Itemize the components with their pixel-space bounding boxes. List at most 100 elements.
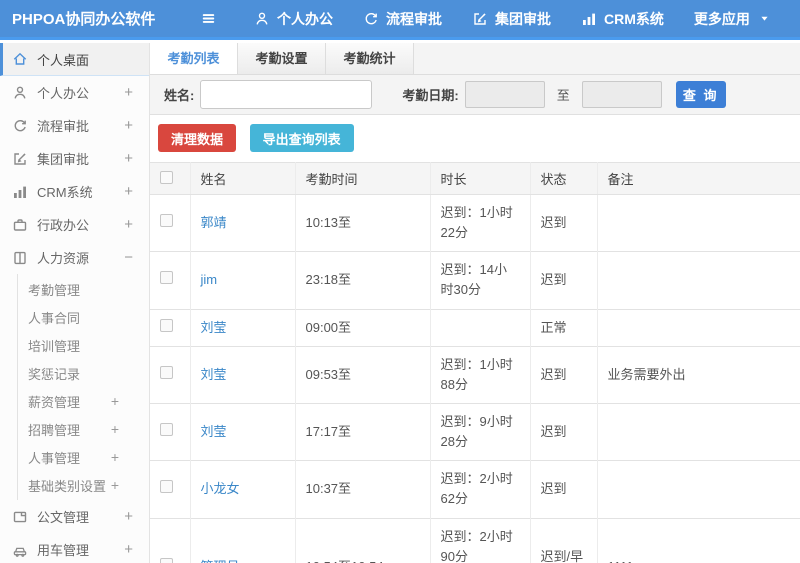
- employee-name-cell: 小龙女: [190, 460, 296, 519]
- table-row: 郭靖 10:13至 迟到：1小时22分 迟到: [150, 193, 800, 252]
- table-header-row: 姓名 考勤时间 时长 状态 备注: [150, 162, 800, 195]
- menu-icon[interactable]: [200, 10, 217, 27]
- sidebar-submenu: 考勤管理 人事合同 培训管理 奖惩记录 薪资管理 + 招聘管理 + 人事管理 + 基础类别设置 +: [17, 274, 149, 500]
- duration-line: 迟到：2小时62分: [440, 471, 513, 507]
- row-checkbox-cell: [150, 345, 191, 404]
- nav-item-personal-office[interactable]: 个人办公: [239, 0, 348, 39]
- sidebar-subitem-hr-contract[interactable]: 人事合同: [18, 303, 149, 331]
- employee-name-link[interactable]: 管理员: [201, 559, 240, 563]
- duration-line: 迟到：9小时28分: [440, 413, 513, 450]
- employee-name-link[interactable]: jim: [201, 272, 218, 287]
- employee-name-link[interactable]: 小龙女: [201, 481, 240, 496]
- table-row: 管理员 10:54至10:54迟到：2小时90分早退：7小时10分迟到/早退111…: [150, 517, 800, 563]
- expand-icon[interactable]: +: [124, 118, 133, 133]
- row-checkbox-cell: [150, 251, 191, 310]
- sidebar-subitem-recruitment-mgmt[interactable]: 招聘管理 +: [18, 415, 149, 443]
- date-from-input[interactable]: [464, 81, 545, 108]
- row-checkbox[interactable]: [160, 271, 173, 285]
- expand-icon[interactable]: +: [111, 478, 119, 492]
- expand-icon[interactable]: +: [124, 217, 133, 232]
- column-header: 考勤时间: [295, 162, 431, 195]
- duration-line: 迟到：2小时90分: [440, 528, 513, 563]
- sidebar-item-personal-office[interactable]: 个人办公 +: [0, 76, 149, 109]
- sidebar-item-label: 用车管理: [37, 543, 90, 558]
- sidebar-item-desktop[interactable]: 个人桌面: [0, 43, 149, 76]
- nav-item-workflow-approval[interactable]: 流程审批: [348, 0, 457, 39]
- sidebar-subitem-training-mgmt[interactable]: 培训管理: [18, 331, 149, 359]
- search-button[interactable]: 查 询: [675, 81, 726, 108]
- sidebar-item-label: CRM系统: [37, 185, 93, 200]
- row-checkbox[interactable]: [160, 557, 173, 563]
- chart-icon: [581, 11, 597, 27]
- status-cell: 正常: [530, 308, 598, 347]
- date-to-input[interactable]: [581, 81, 662, 108]
- row-checkbox[interactable]: [160, 423, 173, 437]
- sidebar-item-crm[interactable]: CRM系统 +: [0, 175, 149, 208]
- sidebar-item-vehicle-mgmt[interactable]: 用车管理 +: [0, 533, 149, 563]
- expand-icon[interactable]: +: [124, 184, 133, 199]
- duration-cell: 迟到：2小时90分早退：7小时10分: [430, 517, 531, 563]
- sidebar-item-workflow-approval[interactable]: 流程审批 +: [0, 109, 149, 142]
- row-checkbox[interactable]: [160, 480, 173, 494]
- attendance-time-cell: 10:37至: [295, 460, 431, 519]
- tab-attendance-list[interactable]: 考勤列表: [150, 43, 238, 74]
- expand-icon[interactable]: +: [124, 151, 133, 166]
- nav-item-crm[interactable]: CRM系统: [566, 0, 679, 39]
- date-to-label: 至: [556, 88, 570, 103]
- book-icon: [12, 250, 28, 266]
- employee-name-link[interactable]: 郭靖: [201, 215, 227, 230]
- note-cell: 业务需要外出: [597, 345, 800, 404]
- sidebar-subitem-reward-punishment[interactable]: 奖惩记录: [18, 359, 149, 387]
- sidebar-item-admin-office[interactable]: 行政办公 +: [0, 208, 149, 241]
- sidebar-subitem-personnel-mgmt[interactable]: 人事管理 +: [18, 443, 149, 471]
- nav-item-more-apps[interactable]: 更多应用: [679, 0, 785, 39]
- column-header: 备注: [597, 162, 800, 195]
- sidebar-item-label: 人力资源: [37, 251, 90, 266]
- clear-data-button[interactable]: 清理数据: [158, 124, 237, 152]
- employee-name-link[interactable]: 刘莹: [201, 320, 227, 335]
- sidebar-subitem-base-category-settings[interactable]: 基础类别设置 +: [18, 471, 149, 499]
- expand-icon[interactable]: +: [111, 450, 119, 464]
- home-icon: [12, 51, 28, 67]
- export-list-button[interactable]: 导出查询列表: [249, 124, 354, 152]
- column-header: 状态: [530, 162, 598, 195]
- row-checkbox-cell: [150, 308, 191, 347]
- collapse-icon[interactable]: −: [124, 250, 133, 265]
- expand-icon[interactable]: +: [124, 85, 133, 100]
- name-filter-input[interactable]: [200, 80, 373, 109]
- expand-icon[interactable]: +: [111, 422, 119, 436]
- expand-icon[interactable]: +: [111, 394, 119, 408]
- note-cell: [597, 308, 800, 347]
- expand-icon[interactable]: +: [124, 509, 133, 524]
- sidebar-item-group-approval[interactable]: 集团审批 +: [0, 142, 149, 175]
- sidebar-item-hr[interactable]: 人力资源 −: [0, 241, 149, 274]
- note-cell: [597, 251, 800, 310]
- nav-item-group-approval[interactable]: 集团审批: [457, 0, 566, 39]
- tab-attendance-stats[interactable]: 考勤统计: [326, 43, 414, 74]
- flow-icon: [12, 118, 28, 134]
- employee-name-link[interactable]: 刘莹: [201, 367, 227, 382]
- tab-attendance-settings[interactable]: 考勤设置: [238, 43, 326, 74]
- row-checkbox[interactable]: [160, 365, 173, 379]
- select-all-checkbox[interactable]: [160, 170, 173, 184]
- sidebar-subitem-label: 基础类别设置: [28, 478, 107, 494]
- employee-name-link[interactable]: 刘莹: [201, 424, 227, 439]
- note-cell: [597, 460, 800, 519]
- expand-icon[interactable]: +: [124, 542, 133, 557]
- row-checkbox[interactable]: [160, 318, 173, 332]
- table-body: 郭靖 10:13至 迟到：1小时22分 迟到 jim 23:18至 迟到：14小时30分 迟到…: [150, 193, 800, 563]
- sidebar-subitem-label: 人事管理: [28, 450, 81, 466]
- date-filter-label: 考勤日期:: [402, 88, 459, 103]
- sidebar-subitem-salary-mgmt[interactable]: 薪资管理 +: [18, 387, 149, 415]
- sidebar-subitem-attendance-mgmt[interactable]: 考勤管理: [18, 275, 149, 303]
- duration-cell: 迟到：2小时62分: [430, 460, 531, 519]
- attendance-time-cell: 09:53至: [295, 345, 431, 404]
- sidebar-item-label: 个人办公: [37, 86, 90, 101]
- row-checkbox[interactable]: [160, 214, 173, 228]
- attendance-time-cell: 10:54至10:54: [295, 517, 431, 563]
- table-row: jim 23:18至 迟到：14小时30分 迟到: [150, 251, 800, 310]
- attendance-time-cell: 10:13至: [295, 193, 431, 252]
- name-filter-label: 姓名:: [164, 88, 195, 103]
- sidebar-item-document-mgmt[interactable]: 公文管理 +: [0, 500, 149, 533]
- duration-cell: 迟到：1小时22分: [430, 193, 531, 252]
